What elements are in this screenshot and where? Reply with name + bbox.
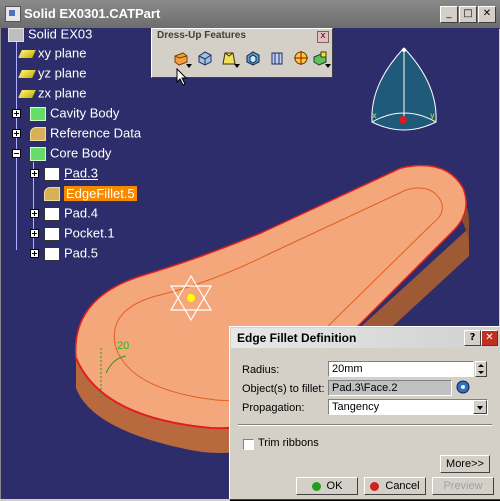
propagation-dropdown-button[interactable] (473, 400, 487, 414)
pocket-icon (44, 226, 60, 241)
chamfer-icon[interactable] (194, 47, 216, 69)
close-button[interactable]: ✕ (478, 6, 496, 23)
dialog-title[interactable]: Edge Fillet Definition (231, 328, 499, 348)
tree-item-pad-3[interactable]: Pad.3 (44, 164, 98, 182)
plane-icon (18, 69, 36, 78)
collapse-toggle[interactable] (12, 149, 21, 158)
compass-icon[interactable]: x y (366, 44, 442, 140)
part-icon (8, 27, 24, 42)
tree-item-core-body[interactable]: Core Body (30, 144, 111, 162)
cancel-icon (370, 481, 380, 491)
tree-item-pad-5[interactable]: Pad.5 (44, 244, 98, 262)
radius-input[interactable]: 20mm (328, 361, 474, 377)
expand-toggle[interactable] (12, 109, 21, 118)
expand-toggle[interactable] (30, 229, 39, 238)
preview-button[interactable]: Preview (432, 477, 494, 495)
objects-label: Object(s) to fillet: (242, 383, 325, 395)
shell-icon[interactable] (242, 47, 264, 69)
part-document-icon (5, 6, 21, 22)
svg-text:y: y (430, 111, 435, 120)
more-button[interactable]: More>> (440, 455, 490, 473)
tree-item-reference-data[interactable]: Reference Data (30, 124, 141, 142)
trim-ribbons-label: Trim ribbons (258, 437, 319, 449)
pad-icon (44, 206, 60, 221)
main-window: Solid EX0301.CATPart _ □ ✕ 20 Solid EX03… (0, 0, 500, 501)
fillet-icon (44, 186, 60, 201)
body-icon (30, 146, 46, 161)
tree-item-pad-4[interactable]: Pad.4 (44, 204, 98, 222)
separator (238, 424, 492, 426)
svg-text:x: x (372, 111, 377, 120)
propagation-select[interactable]: Tangency (328, 399, 488, 415)
tree-item-xy-plane[interactable]: xy plane (18, 44, 86, 62)
ok-icon (311, 481, 321, 491)
expand-toggle[interactable] (30, 169, 39, 178)
toolbar-close-button[interactable]: x (317, 31, 329, 43)
tree-item-edgefillet-5[interactable]: EdgeFillet.5 (44, 184, 137, 202)
cancel-button[interactable]: Cancel (364, 477, 426, 495)
reference-data-icon (30, 126, 46, 141)
expand-toggle[interactable] (30, 209, 39, 218)
maximize-button[interactable]: □ (459, 6, 477, 23)
radius-dimension-label: 20 (117, 340, 130, 352)
mouse-cursor-icon (176, 68, 188, 86)
dialog-help-button[interactable]: ? (464, 330, 481, 346)
body-icon (30, 106, 46, 121)
radius-label: Radius: (242, 364, 280, 376)
edge-fillet-icon[interactable] (170, 47, 192, 69)
remove-face-icon[interactable] (309, 47, 331, 69)
tree-item-zx-plane[interactable]: zx plane (18, 84, 86, 102)
tree-item-pocket-1[interactable]: Pocket.1 (44, 224, 115, 242)
edge-fillet-dialog[interactable]: Edge Fillet Definition ? ✕ Radius: 20mm … (229, 326, 500, 500)
specification-tree[interactable]: Solid EX03 xy plane yz plane zx plane Ca… (6, 25, 166, 268)
plane-icon (18, 49, 36, 58)
window-title: Solid EX0301.CATPart (24, 6, 161, 21)
dialog-close-button[interactable]: ✕ (481, 330, 498, 346)
tree-item-cavity-body[interactable]: Cavity Body (30, 104, 119, 122)
pad-icon (44, 166, 60, 181)
object-selection-icon[interactable] (455, 379, 471, 395)
thickness-icon[interactable] (266, 47, 288, 69)
minimize-button[interactable]: _ (440, 6, 458, 23)
ok-button[interactable]: OK (296, 477, 358, 495)
trim-ribbons-checkbox[interactable] (243, 439, 254, 450)
expand-toggle[interactable] (12, 129, 21, 138)
toolbar-title[interactable]: Dress-Up Features (152, 29, 332, 43)
tree-item-yz-plane[interactable]: yz plane (18, 64, 86, 82)
tree-root[interactable]: Solid EX03 (8, 25, 92, 43)
radius-spinner[interactable] (475, 361, 487, 377)
plane-icon (18, 89, 36, 98)
expand-toggle[interactable] (30, 249, 39, 258)
objects-field[interactable]: Pad.3\Face.2 (328, 380, 452, 396)
draft-icon[interactable] (218, 47, 240, 69)
pad-icon (44, 246, 60, 261)
propagation-label: Propagation: (242, 402, 305, 414)
